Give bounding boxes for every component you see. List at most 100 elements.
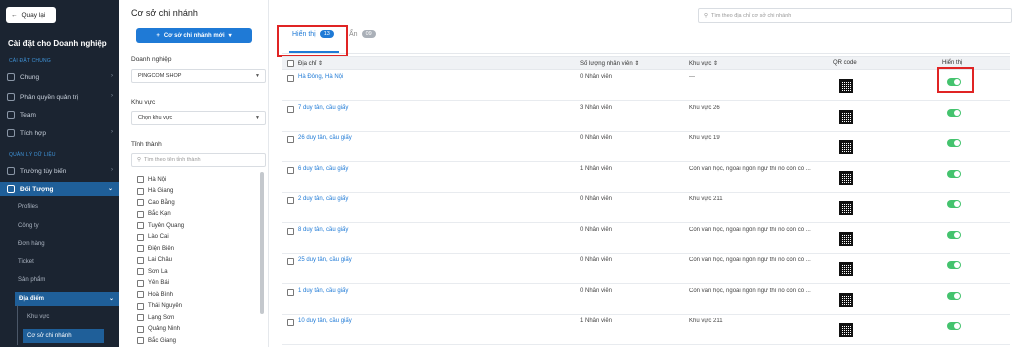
sidebar-sub-location[interactable]: Địa điểm ⌄ xyxy=(15,292,119,306)
row-checkbox[interactable] xyxy=(287,105,294,113)
province-search-input[interactable]: ⚲ Tìm theo tên tỉnh thành xyxy=(131,153,266,167)
province-item[interactable]: Hoà Bình xyxy=(137,291,173,298)
col-area[interactable]: Khu vực ⇕ xyxy=(689,60,718,67)
address-link[interactable]: 2 duy tân, cầu giấy xyxy=(298,196,348,202)
visibility-toggle[interactable] xyxy=(947,169,961,178)
qr-code-icon[interactable] xyxy=(839,262,853,276)
sidebar-item-objects[interactable]: Đối Tượng ⌄ xyxy=(0,182,119,196)
visibility-toggle[interactable] xyxy=(947,139,961,147)
qr-code-icon[interactable] xyxy=(839,140,853,154)
province-checkbox[interactable] xyxy=(137,233,144,241)
chevron-right-icon: › xyxy=(111,129,113,135)
row-checkbox[interactable] xyxy=(287,136,294,143)
row-checkbox[interactable] xyxy=(287,197,294,204)
col-address[interactable]: Địa chỉ ⇕ xyxy=(298,60,323,67)
sidebar-sub-ticket[interactable]: Ticket xyxy=(18,259,34,265)
province-item[interactable]: Hà Giang xyxy=(137,187,173,195)
visibility-toggle[interactable] xyxy=(947,230,961,239)
province-item[interactable]: Thái Nguyên xyxy=(137,302,182,310)
sidebar-item-team[interactable]: Team xyxy=(0,108,119,122)
col-label: Số lượng nhân viên xyxy=(580,61,633,67)
sidebar-sub-company[interactable]: Công ty xyxy=(18,223,39,229)
province-checkbox[interactable] xyxy=(137,222,144,229)
qr-code-icon[interactable] xyxy=(839,109,853,124)
chevron-down-icon: ⌄ xyxy=(108,296,114,302)
province-checkbox[interactable] xyxy=(137,210,144,218)
province-item[interactable]: Hà Nội xyxy=(137,176,166,183)
province-checkbox[interactable] xyxy=(137,245,144,252)
province-checkbox[interactable] xyxy=(137,337,144,344)
field-icon xyxy=(7,167,15,175)
province-checkbox[interactable] xyxy=(137,279,144,287)
qr-code-icon[interactable] xyxy=(839,323,853,337)
qr-code-icon[interactable] xyxy=(839,79,853,93)
qr-code-icon[interactable] xyxy=(839,292,853,307)
sidebar-sub-orders[interactable]: Đơn hàng xyxy=(18,241,45,247)
sidebar-item-integration[interactable]: Tích hợp › xyxy=(0,126,119,140)
visibility-toggle[interactable] xyxy=(947,108,961,117)
grid-icon xyxy=(7,73,15,81)
province-checkbox[interactable] xyxy=(137,256,144,264)
province-item[interactable]: Lạng Sơn xyxy=(137,314,174,321)
row-checkbox[interactable] xyxy=(287,75,294,82)
row-checkbox[interactable] xyxy=(287,227,294,235)
address-link[interactable]: 8 duy tân, cầu giấy xyxy=(298,227,348,233)
address-link[interactable]: 1 duy tân, cầu giấy xyxy=(298,288,348,294)
visibility-toggle[interactable] xyxy=(947,322,961,330)
province-item[interactable]: Tuyên Quang xyxy=(137,222,184,229)
tab-hidden[interactable]: Ẩn 09 xyxy=(349,30,376,38)
sidebar-sub-branch[interactable]: Cơ sở chi nhánh xyxy=(23,329,104,343)
province-item[interactable]: Bắc Kạn xyxy=(137,210,171,218)
visibility-toggle[interactable] xyxy=(947,291,961,300)
area-value: Khu vực 211 xyxy=(689,196,723,202)
province-checkbox[interactable] xyxy=(137,291,144,298)
address-link[interactable]: 6 duy tân, cầu giấy xyxy=(298,166,348,172)
province-item[interactable]: Quảng Ninh xyxy=(137,325,180,333)
qr-code-icon[interactable] xyxy=(839,201,853,215)
address-link[interactable]: Hà Đông, Hà Nội xyxy=(298,74,343,80)
company-select[interactable]: PINGCOM SHOP ▼ xyxy=(131,69,266,83)
sidebar-sub-region[interactable]: Khu vực xyxy=(27,314,49,320)
filter-panel: Cơ sở chi nhánh + Cơ sở chi nhánh mới ▾ … xyxy=(119,0,269,347)
address-link[interactable]: 25 duy tân, cầu giấy xyxy=(298,257,352,263)
region-select[interactable]: Chọn khu vực ▼ xyxy=(131,111,266,125)
col-employees[interactable]: Số lượng nhân viên ⇕ xyxy=(580,60,639,67)
sidebar-item-custom-fields[interactable]: Trường tùy biến › xyxy=(0,164,119,178)
sidebar-sub-products[interactable]: Sản phẩm xyxy=(18,277,45,283)
province-checkbox[interactable] xyxy=(137,325,144,333)
sidebar-item-permissions[interactable]: Phân quyền quản trị › xyxy=(0,90,119,104)
qr-code-icon[interactable] xyxy=(839,170,853,185)
province-item[interactable]: Bắc Giang xyxy=(137,337,176,344)
select-all-checkbox[interactable] xyxy=(287,60,294,67)
province-item[interactable]: Cao Bằng xyxy=(137,199,175,206)
province-scrollbar[interactable] xyxy=(260,172,264,314)
province-checkbox[interactable] xyxy=(137,314,144,321)
highlight-toggle-box xyxy=(937,67,974,93)
branch-search-input[interactable]: ⚲ Tìm theo địa chỉ cơ sở chi nhánh xyxy=(698,8,1012,23)
visibility-toggle[interactable] xyxy=(947,261,961,269)
province-checkbox[interactable] xyxy=(137,199,144,206)
table-header: Địa chỉ ⇕ Số lượng nhân viên ⇕ Khu vực ⇕… xyxy=(282,56,1010,70)
row-checkbox[interactable] xyxy=(287,166,294,174)
row-checkbox[interactable] xyxy=(287,258,294,265)
sidebar-item-general[interactable]: Chung › xyxy=(0,70,119,84)
qr-code-icon[interactable] xyxy=(839,231,853,246)
province-item[interactable]: Điện Biên xyxy=(137,245,174,252)
row-checkbox[interactable] xyxy=(287,319,294,326)
address-link[interactable]: 7 duy tân, cầu giấy xyxy=(298,105,348,111)
province-checkbox[interactable] xyxy=(137,176,144,183)
province-item[interactable]: Lai Châu xyxy=(137,256,172,264)
row-checkbox[interactable] xyxy=(287,288,294,296)
province-checkbox[interactable] xyxy=(137,268,144,275)
province-item[interactable]: Sơn La xyxy=(137,268,168,275)
back-button[interactable]: ← Quay lại xyxy=(6,7,56,23)
province-checkbox[interactable] xyxy=(137,187,144,195)
new-branch-button[interactable]: + Cơ sở chi nhánh mới ▾ xyxy=(136,28,252,43)
province-checkbox[interactable] xyxy=(137,302,144,310)
sidebar-sub-profiles[interactable]: Profiles xyxy=(18,204,38,210)
province-item[interactable]: Yên Bái xyxy=(137,279,169,287)
province-item[interactable]: Lào Cai xyxy=(137,233,169,241)
address-link[interactable]: 26 duy tân, cầu giấy xyxy=(298,135,352,141)
address-link[interactable]: 10 duy tân, cầu giấy xyxy=(298,318,352,324)
visibility-toggle[interactable] xyxy=(947,200,961,208)
